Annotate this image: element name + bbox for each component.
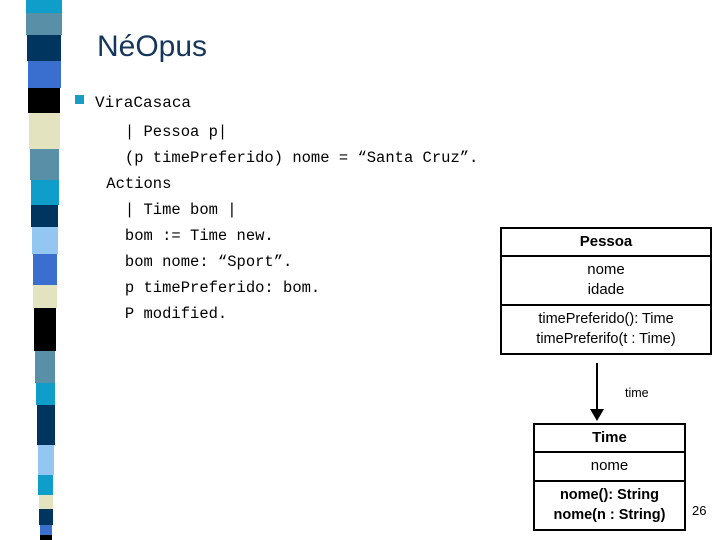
stripe-band [39, 525, 53, 535]
uml-class-operations: timePreferido(): Time timePreferifo(t : T… [502, 306, 710, 353]
uml-attribute: nome [587, 261, 625, 278]
uml-class-attributes: nome [535, 453, 684, 482]
code-line: p timePreferido: bom. [97, 279, 321, 297]
stripe-band [29, 149, 60, 180]
uml-operation: nome(n : String) [553, 507, 666, 523]
stripe-band [33, 285, 57, 308]
stripe-band [37, 445, 54, 475]
bullet-item: ViraCasaca [75, 94, 191, 112]
stripe-band [31, 227, 58, 254]
stripe-band [26, 13, 62, 35]
stripe-band [33, 308, 57, 351]
bullet-item-label: ViraCasaca [95, 94, 192, 112]
page-title: NéOpus [97, 30, 208, 63]
code-line: bom nome: “Sport”. [97, 253, 293, 271]
uml-operation: timePreferido(): Time [538, 311, 674, 327]
uml-class-name: Time [535, 425, 684, 453]
stripe-band [26, 0, 62, 13]
down-arrow-icon [590, 409, 604, 421]
stripe-band [39, 535, 53, 540]
code-line: | Pessoa p| [97, 123, 228, 141]
stripe-band [30, 180, 59, 205]
uml-operation: nome(): String [559, 487, 660, 503]
uml-attribute: nome [590, 457, 629, 474]
stripe-band [39, 509, 53, 525]
stripe-band [32, 254, 58, 285]
stripe-band [35, 351, 56, 383]
stripe-band [35, 383, 55, 405]
square-bullet-icon [75, 95, 84, 104]
stripe-band [28, 113, 60, 149]
decorative-stripe [0, 0, 72, 540]
code-line: P modified. [97, 305, 228, 323]
stripe-band [28, 88, 61, 113]
code-line: Actions [97, 175, 172, 193]
uml-class-operations: nome(): String nome(n : String) [535, 482, 684, 529]
code-block: | Pessoa p| (p timePreferido) nome = “Sa… [97, 119, 478, 327]
stripe-band [27, 61, 61, 88]
code-line: | Time bom | [97, 201, 237, 219]
uml-class-attributes: nome idade [502, 257, 710, 306]
uml-operation: timePreferifo(t : Time) [536, 331, 676, 347]
stripe-band [31, 205, 59, 227]
association-label: time [625, 386, 649, 400]
stripe-band [26, 35, 62, 61]
stripe-band [38, 495, 53, 509]
page-number: 26 [692, 503, 707, 518]
uml-class-time: Time nome nome(): String nome(n : String) [533, 423, 686, 531]
stripe-band [36, 405, 55, 445]
code-line: bom := Time new. [97, 227, 274, 245]
stripe-band [38, 475, 54, 495]
uml-class-name: Pessoa [502, 229, 710, 257]
uml-attribute: idade [587, 281, 625, 298]
uml-class-pessoa: Pessoa nome idade timePreferido(): Time ti… [500, 227, 712, 355]
code-line: (p timePreferido) nome = “Santa Cruz”. [97, 149, 479, 167]
association-line [596, 363, 598, 411]
